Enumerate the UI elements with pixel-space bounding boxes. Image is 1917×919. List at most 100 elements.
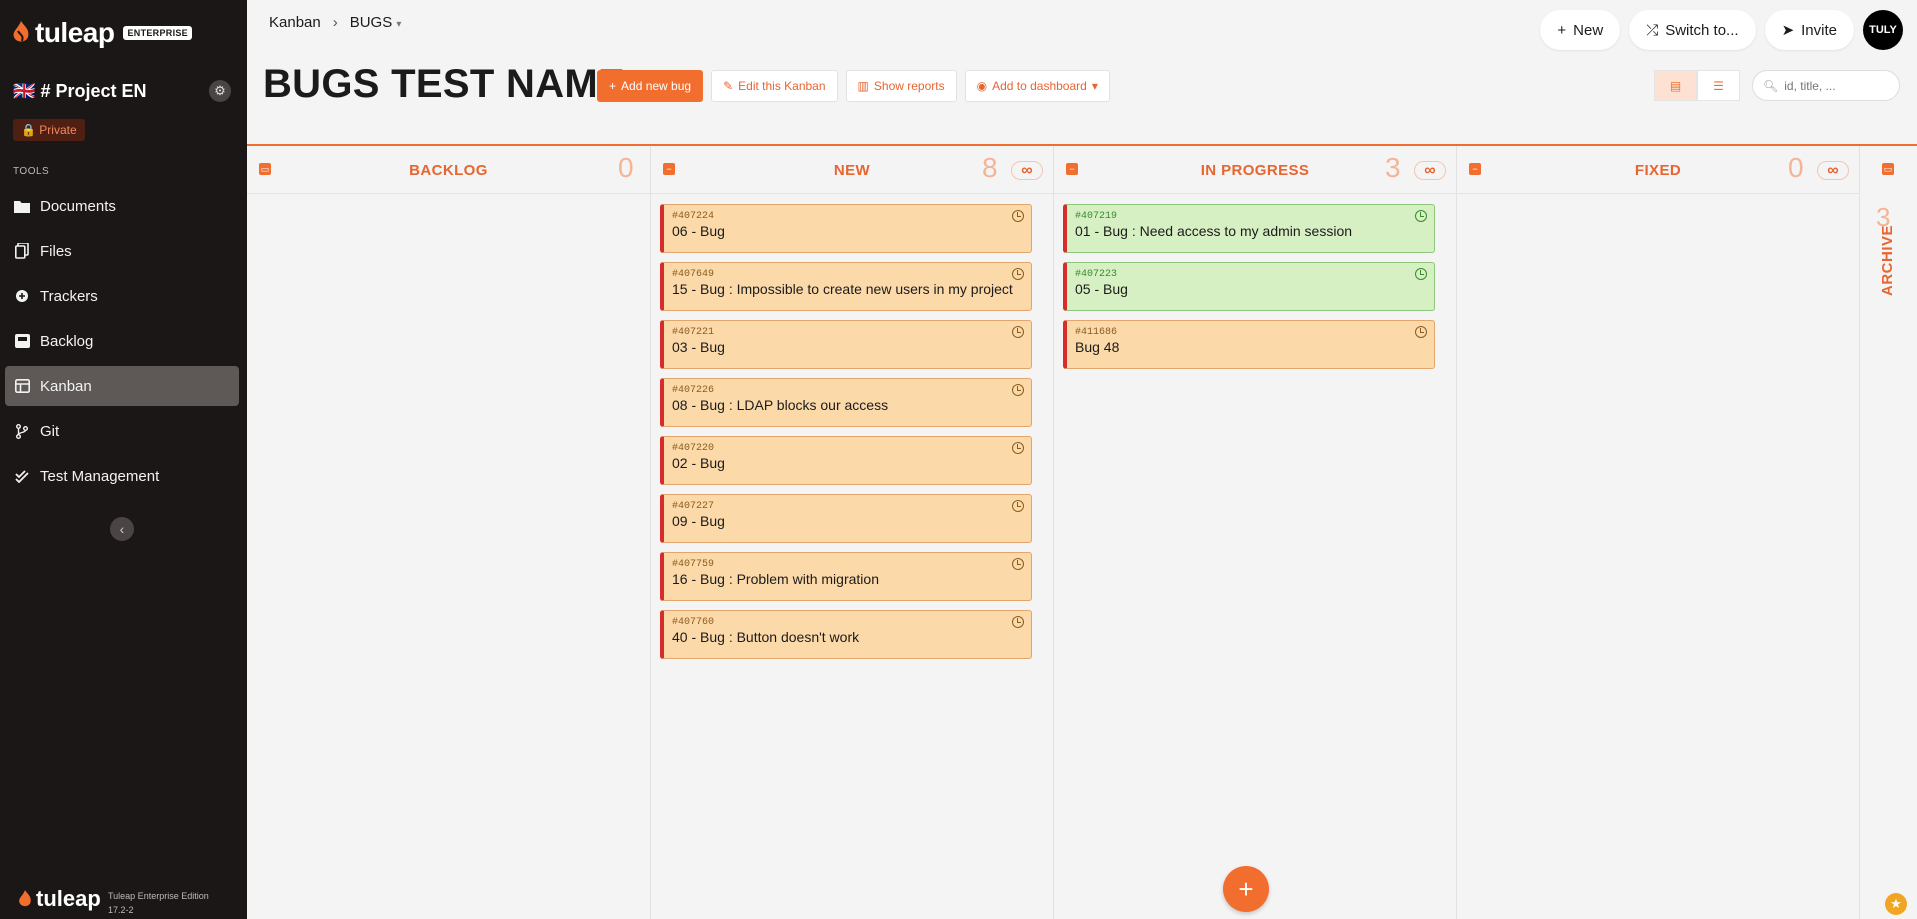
add-card-button[interactable]: + — [1223, 866, 1269, 912]
edition-version: 17.2-2 — [108, 905, 134, 915]
inbox-icon: ▭ — [1882, 163, 1894, 175]
column-count: 8 — [982, 152, 998, 183]
kanban-card[interactable]: #407220 02 - Bug — [660, 436, 1032, 485]
sidebar-item-documents[interactable]: Documents — [5, 186, 239, 226]
tuleap-flame-icon — [19, 889, 31, 906]
project-name[interactable]: 🇬🇧 # Project EN — [13, 81, 146, 102]
project-row: 🇬🇧 # Project EN ⚙ — [13, 80, 231, 102]
sidebar-item-trackers[interactable]: Trackers — [5, 276, 239, 316]
show-reports-button[interactable]: ▥ Show reports — [845, 70, 957, 102]
kanban-card[interactable]: #407219 01 - Bug : Need access to my admi… — [1063, 204, 1435, 253]
clock-icon — [1012, 268, 1024, 280]
dashboard-icon: ◉ — [976, 79, 988, 93]
kanban-board: ▭ BACKLOG 0 − NEW 8 ∞ #407224 06 - Bug #4… — [247, 144, 1917, 919]
breadcrumb-kanban[interactable]: Kanban — [269, 14, 321, 31]
pencil-icon: ✎ — [723, 79, 734, 93]
tuleap-flame-icon — [13, 21, 29, 42]
new-button[interactable]: + New — [1540, 10, 1621, 50]
chart-icon: ▥ — [857, 79, 869, 93]
switch-to-button[interactable]: ⤮ Switch to... — [1629, 10, 1756, 50]
view-toggle: ▤ ☰ — [1654, 70, 1740, 101]
column-archive[interactable]: ▭ 3 ARCHIVE — [1860, 146, 1917, 919]
search-box[interactable]: 🔍︎ — [1752, 70, 1900, 101]
collapse-sidebar-button[interactable]: ‹ — [110, 517, 134, 541]
kanban-action-bar: + Add new bug ✎ Edit this Kanban ▥ Show rep… — [597, 70, 1110, 102]
detailed-view-button[interactable]: ☰ — [1697, 70, 1740, 101]
detailed-view-icon: ☰ — [1713, 78, 1724, 93]
sidebar-item-backlog[interactable]: Backlog — [5, 321, 239, 361]
clock-icon — [1415, 326, 1427, 338]
caret-down-icon: ▾ — [1091, 79, 1098, 93]
search-icon: 🔍︎ — [1763, 78, 1779, 93]
shuffle-icon: ⤮ — [1646, 21, 1659, 39]
column-header: − NEW 8 ∞ — [651, 146, 1053, 194]
sidebar-item-test-management[interactable]: Test Management — [5, 456, 239, 496]
git-icon — [14, 423, 30, 439]
tracker-icon — [14, 288, 30, 304]
clock-icon — [1012, 616, 1024, 628]
breadcrumb-bugs[interactable]: BUGS ▾ — [350, 14, 402, 31]
chevron-left-icon: ‹ — [119, 521, 125, 537]
column-header: ▭ BACKLOG 0 — [247, 146, 650, 194]
column-backlog: ▭ BACKLOG 0 — [247, 146, 651, 919]
clock-icon — [1415, 268, 1427, 280]
column-in-progress: − IN PROGRESS 3 ∞ #407219 01 - Bug : Need… — [1054, 146, 1457, 919]
edition-name: Tuleap Enterprise Edition — [108, 891, 209, 901]
plus-icon: + — [1557, 21, 1567, 39]
avatar[interactable]: TULY — [1863, 10, 1903, 50]
lock-icon: 🔒 — [21, 123, 36, 137]
invite-button[interactable]: ➤ Invite — [1764, 10, 1854, 50]
top-actions: + New ⤮ Switch to... ➤ Invite TULY — [1540, 10, 1903, 50]
add-to-dashboard-button[interactable]: ◉ Add to dashboard ▾ — [964, 70, 1110, 102]
kanban-card[interactable]: #407760 40 - Bug : Button doesn't work — [660, 610, 1032, 659]
sidebar-item-label: Backlog — [40, 332, 94, 350]
clock-icon — [1012, 210, 1024, 222]
sidebar-nav: Documents Files Trackers Backlog Kanban … — [5, 186, 239, 501]
kanban-icon — [14, 378, 30, 394]
kanban-card[interactable]: #407759 16 - Bug : Problem with migration — [660, 552, 1032, 601]
sidebar-item-label: Files — [40, 242, 72, 260]
page-title: BUGS TEST NAME — [263, 62, 625, 106]
column-count: 0 — [1788, 152, 1804, 183]
column-count: 0 — [618, 152, 634, 183]
sidebar-item-git[interactable]: Git — [5, 411, 239, 451]
search-input[interactable] — [1784, 78, 1895, 93]
kanban-card[interactable]: #407226 08 - Bug : LDAP blocks our access — [660, 378, 1032, 427]
wip-limit-badge[interactable]: ∞ — [1414, 161, 1446, 180]
kanban-card[interactable]: #407223 05 - Bug — [1063, 262, 1435, 311]
compact-view-button[interactable]: ▤ — [1654, 70, 1697, 101]
caret-down-icon: ▾ — [396, 19, 402, 30]
wip-limit-badge[interactable]: ∞ — [1817, 161, 1849, 180]
column-header: − IN PROGRESS 3 ∞ — [1054, 146, 1456, 194]
sidebar-item-kanban[interactable]: Kanban — [5, 366, 239, 406]
clock-icon — [1012, 326, 1024, 338]
gear-icon[interactable]: ⚙ — [209, 80, 231, 102]
kanban-card[interactable]: #407221 03 - Bug — [660, 320, 1032, 369]
column-fixed: − FIXED 0 ∞ — [1457, 146, 1860, 919]
chevron-right-icon: › — [332, 14, 338, 31]
edit-kanban-button[interactable]: ✎ Edit this Kanban — [711, 70, 838, 102]
kanban-card[interactable]: #411686 Bug 48 — [1063, 320, 1435, 369]
sidebar-item-label: Test Management — [40, 467, 160, 485]
column-header: ▭ — [1860, 146, 1917, 194]
sidebar-item-files[interactable]: Files — [5, 231, 239, 271]
kanban-card[interactable]: #407649 15 - Bug : Impossible to create n… — [660, 262, 1032, 311]
wip-limit-badge[interactable]: ∞ — [1011, 161, 1043, 180]
private-badge: 🔒 Private — [13, 119, 85, 141]
column-header: − FIXED 0 ∞ — [1457, 146, 1859, 194]
column-label: ARCHIVE — [1879, 224, 1896, 296]
kanban-card[interactable]: #407227 09 - Bug — [660, 494, 1032, 543]
paper-plane-icon: ➤ — [1781, 22, 1795, 39]
compact-view-icon: ▤ — [1669, 78, 1682, 93]
clock-icon — [1012, 384, 1024, 396]
folder-icon — [14, 198, 30, 214]
enterprise-badge: ENTERPRISE — [123, 26, 192, 40]
clock-icon — [1012, 558, 1024, 570]
kanban-card[interactable]: #407224 06 - Bug — [660, 204, 1032, 253]
star-icon[interactable]: ★ — [1885, 893, 1907, 915]
column-label: BACKLOG — [409, 162, 488, 179]
add-new-bug-button[interactable]: + Add new bug — [597, 70, 704, 102]
tuleap-logo[interactable]: tuleap ENTERPRISE — [12, 17, 192, 49]
files-icon — [14, 243, 30, 259]
logo-word: tuleap — [35, 17, 115, 48]
